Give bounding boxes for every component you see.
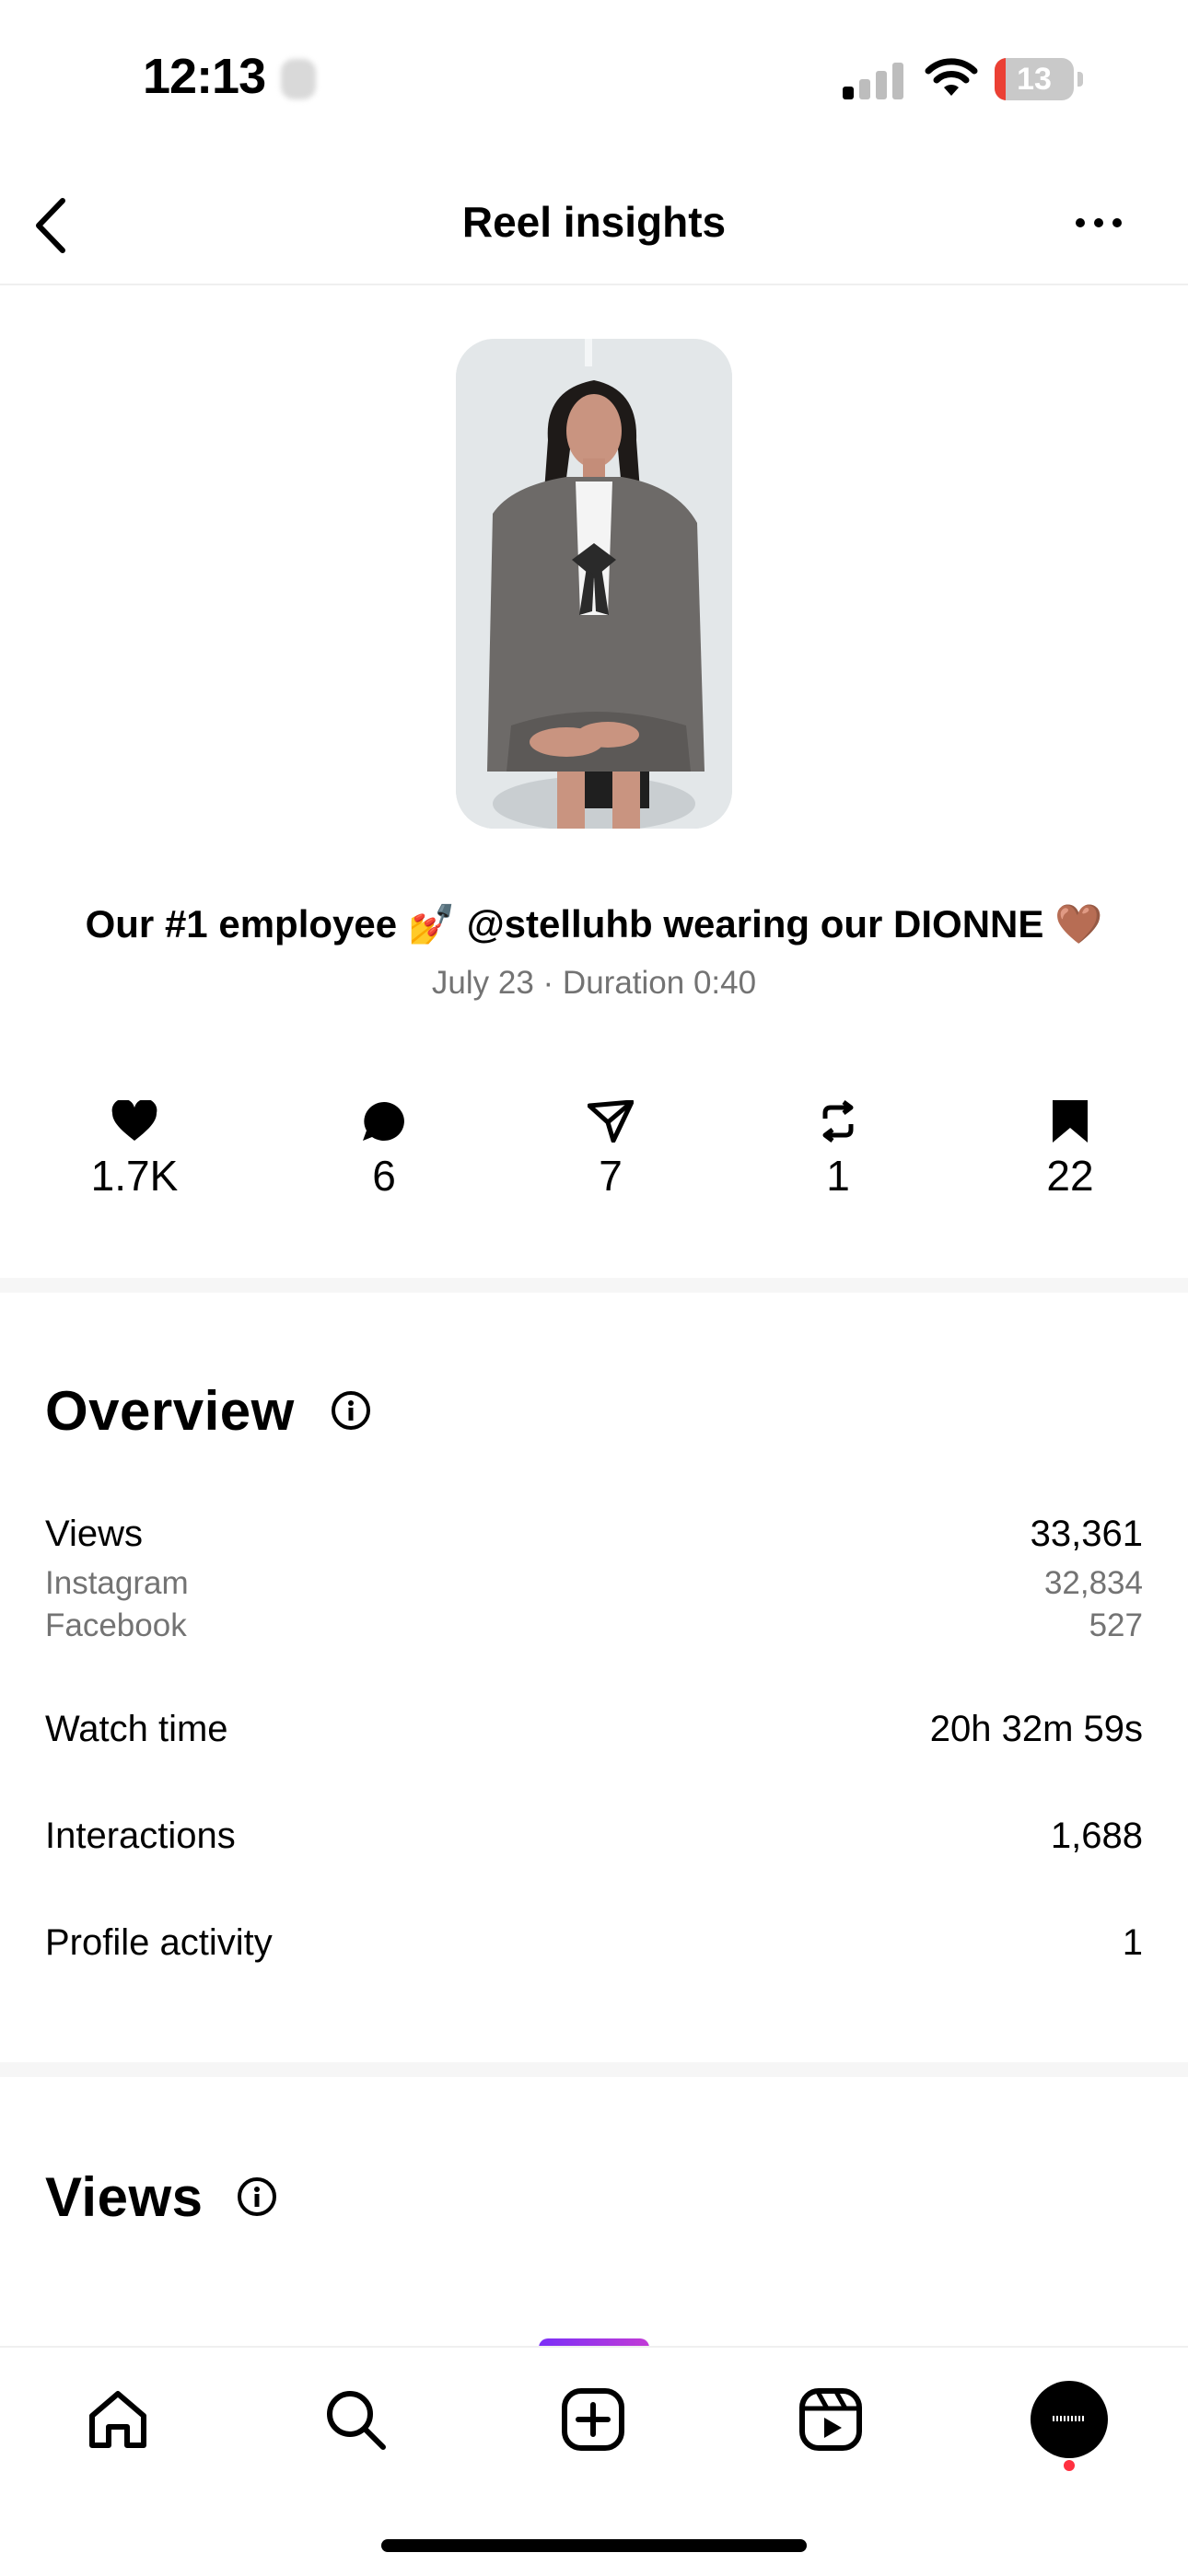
send-icon [588, 1100, 634, 1143]
reel-caption: Our #1 employee 💅 @stelluhb wearing our … [85, 902, 1103, 946]
heart-icon [111, 1100, 157, 1141]
watch-time-label: Watch time [45, 1709, 228, 1749]
battery-level: 13 [1017, 62, 1052, 97]
reposts-count: 1 [826, 1152, 850, 1200]
instagram-value: 32,834 [1043, 1565, 1143, 1601]
profile-activity-value: 1 [1122, 1922, 1143, 1963]
facebook-value: 527 [1089, 1607, 1143, 1643]
status-time: 12:13 [143, 49, 266, 104]
home-icon[interactable] [81, 2383, 155, 2456]
watch-time-value: 20h 32m 59s [929, 1709, 1143, 1749]
bookmark-icon [1053, 1100, 1088, 1143]
overview-heading: Overview [45, 1380, 295, 1442]
info-icon[interactable] [238, 2177, 276, 2216]
battery-icon: 13 [995, 58, 1083, 100]
header-divider [0, 284, 1188, 285]
reposts-stat: 1 [746, 1096, 930, 1201]
create-icon[interactable] [556, 2383, 630, 2456]
comment-icon [363, 1102, 404, 1141]
comments-stat: 6 [292, 1096, 476, 1201]
facebook-label: Facebook [45, 1607, 187, 1643]
reel-meta: July 23 · Duration 0:40 [431, 965, 757, 1001]
search-icon[interactable] [319, 2383, 392, 2456]
shares-stat: 7 [518, 1096, 703, 1201]
cellular-signal-icon [843, 61, 903, 99]
shares-count: 7 [599, 1152, 623, 1200]
saves-count: 22 [1046, 1152, 1094, 1200]
section-separator [0, 2062, 1188, 2077]
section-separator [0, 1278, 1188, 1293]
repost-icon [822, 1100, 854, 1143]
reels-icon[interactable] [794, 2383, 868, 2456]
wifi-icon [925, 58, 978, 96]
status-blur [281, 59, 316, 99]
views-value: 33,361 [1030, 1514, 1143, 1554]
comments-count: 6 [372, 1152, 396, 1200]
views-heading: Views [45, 2166, 204, 2228]
notification-dot [1064, 2460, 1075, 2471]
interactions-label: Interactions [45, 1816, 236, 1856]
ellipsis-icon[interactable] [1073, 212, 1124, 234]
page-title: Reel insights [461, 198, 727, 246]
home-indicator [381, 2539, 807, 2552]
profile-avatar[interactable] [1031, 2381, 1108, 2458]
reel-thumbnail[interactable] [456, 339, 732, 829]
avatar-logo [1053, 2416, 1086, 2421]
instagram-label: Instagram [45, 1565, 189, 1601]
likes-stat: 1.7K [42, 1096, 227, 1201]
interactions-value: 1,688 [1050, 1816, 1143, 1856]
views-label: Views [45, 1514, 143, 1554]
likes-count: 1.7K [90, 1152, 179, 1200]
saves-stat: 22 [978, 1096, 1162, 1201]
info-icon[interactable] [332, 1391, 370, 1430]
profile-activity-label: Profile activity [45, 1922, 273, 1963]
